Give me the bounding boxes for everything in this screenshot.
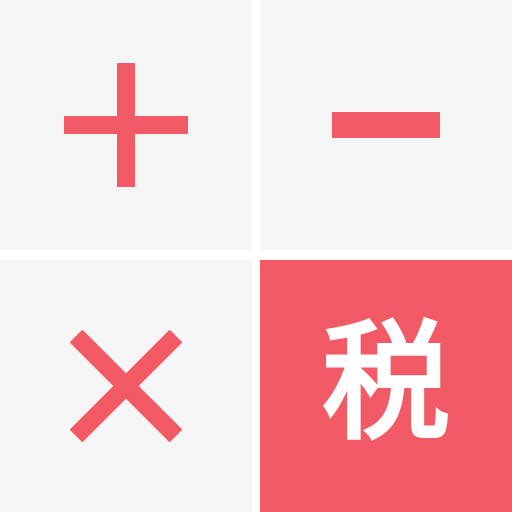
plus-button[interactable] [0,0,252,250]
tax-label: 税 [321,309,450,458]
tax-button[interactable]: 税 [260,260,512,512]
operator-grid: 税 [0,0,512,512]
multiply-icon [70,330,182,442]
multiply-button[interactable] [0,260,252,512]
plus-icon [64,63,188,187]
minus-button[interactable] [260,0,512,250]
minus-icon [332,112,440,138]
